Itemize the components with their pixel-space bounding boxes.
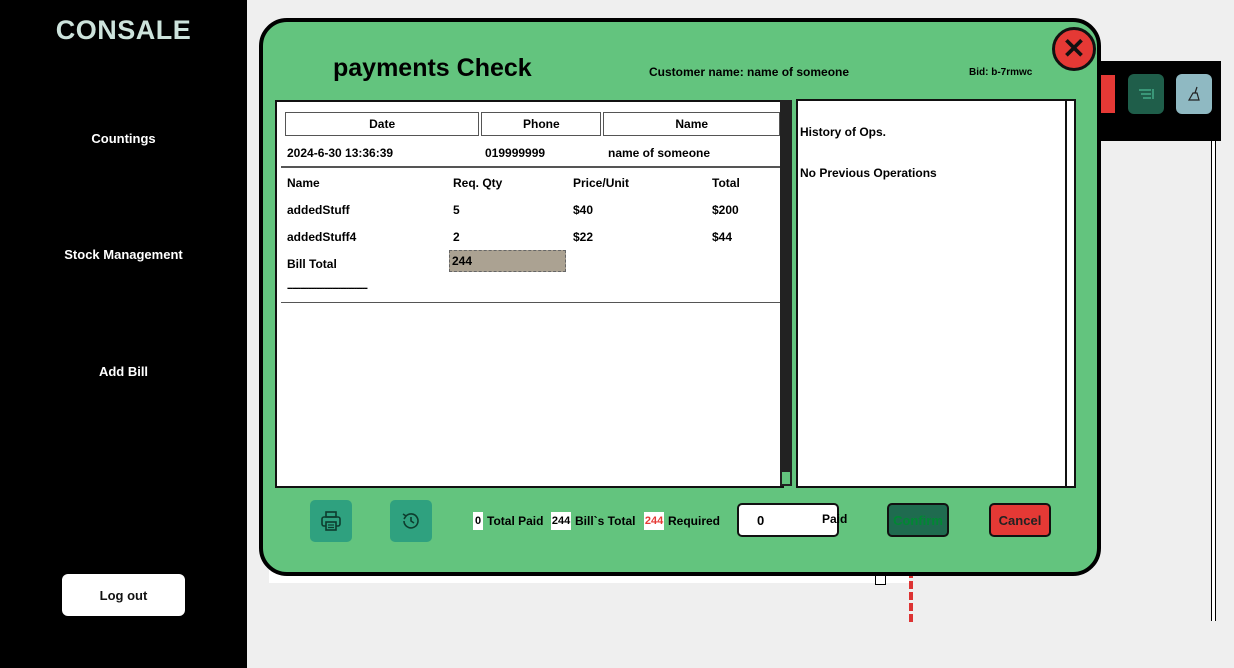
background-dashed-line xyxy=(909,570,913,622)
history-scrollbar[interactable] xyxy=(1065,101,1074,486)
item-total: $44 xyxy=(712,230,733,244)
payments-check-modal: payments Check Customer name: name of so… xyxy=(259,18,1101,576)
background-scrollbar xyxy=(1211,141,1216,621)
dashes-separator: ------------------------------ xyxy=(287,282,368,294)
item-qty: 2 xyxy=(453,230,460,244)
history-panel: History of Ops. No Previous Operations xyxy=(796,99,1076,488)
bill-scrollbar[interactable] xyxy=(780,100,792,486)
bill-id: Bid: b-7rmwc xyxy=(969,67,1033,78)
cancel-button[interactable]: Cancel xyxy=(989,503,1051,537)
total-paid-stat: 0 Total Paid xyxy=(473,511,543,531)
customer-name: Customer name: name of someone xyxy=(649,65,850,79)
bill-total-label: Bill Total xyxy=(287,257,337,271)
nav-item-add-bill[interactable]: Add Bill xyxy=(0,364,247,379)
confirm-button[interactable]: Confirm xyxy=(887,503,949,537)
bill-phone: 019999999 xyxy=(485,146,546,160)
col-total: Total xyxy=(712,176,740,190)
item-name: addedStuff xyxy=(287,203,350,217)
bills-total-label: Bill`s Total xyxy=(575,514,636,528)
logout-button[interactable]: Log out xyxy=(62,574,185,616)
col-price: Price/Unit xyxy=(573,176,630,190)
col-qty: Req. Qty xyxy=(453,176,503,190)
required-label: Required xyxy=(668,514,721,528)
item-total: $200 xyxy=(712,203,739,217)
item-price: $22 xyxy=(573,230,594,244)
item-qty: 5 xyxy=(453,203,460,217)
history-empty-message: No Previous Operations xyxy=(800,166,937,180)
paid-label: Paid xyxy=(822,512,848,526)
bill-customer-name: name of someone xyxy=(608,146,711,160)
sidebar: CONSALE Countings Stock Management Add B… xyxy=(0,0,247,668)
modal-title: payments Check xyxy=(333,54,532,82)
bill-details-panel: Date Phone Name 2024-6-30 13:36:39 01999… xyxy=(275,100,784,488)
nav-item-stock-management[interactable]: Stock Management xyxy=(0,247,247,262)
broom-icon xyxy=(1187,86,1200,101)
filter-icon xyxy=(1139,89,1154,99)
history-icon xyxy=(402,513,419,529)
required-stat: 244 Required xyxy=(644,511,720,531)
divider xyxy=(281,166,781,168)
header-name: Name xyxy=(603,112,780,136)
header-date: Date xyxy=(285,112,480,136)
brand-logo: CONSALE xyxy=(55,15,192,45)
bills-total-stat: 244 Bill`s Total xyxy=(551,511,635,531)
total-paid-label: Total Paid xyxy=(487,514,544,528)
bills-total-value: 244 xyxy=(551,512,571,530)
bill-header-table: Date Phone Name xyxy=(283,110,782,138)
bill-date: 2024-6-30 13:36:39 xyxy=(287,146,394,160)
close-icon[interactable]: ✕ xyxy=(1052,27,1096,71)
print-button[interactable] xyxy=(310,500,352,542)
history-button[interactable] xyxy=(390,500,432,542)
required-value: 244 xyxy=(644,512,664,530)
scrollbar-thumb[interactable] xyxy=(782,472,790,484)
total-paid-value: 0 xyxy=(473,512,483,530)
nav-item-countings[interactable]: Countings xyxy=(0,131,247,146)
header-phone: Phone xyxy=(481,112,602,136)
item-name: addedStuff4 xyxy=(287,230,357,244)
divider xyxy=(281,302,781,303)
bill-total-value: 244 xyxy=(449,250,566,272)
item-price: $40 xyxy=(573,203,594,217)
background-clean-button[interactable] xyxy=(1176,74,1212,114)
background-filter-button[interactable] xyxy=(1128,74,1164,114)
printer-icon xyxy=(321,511,341,531)
history-title: History of Ops. xyxy=(800,125,887,139)
col-name: Name xyxy=(287,176,320,190)
